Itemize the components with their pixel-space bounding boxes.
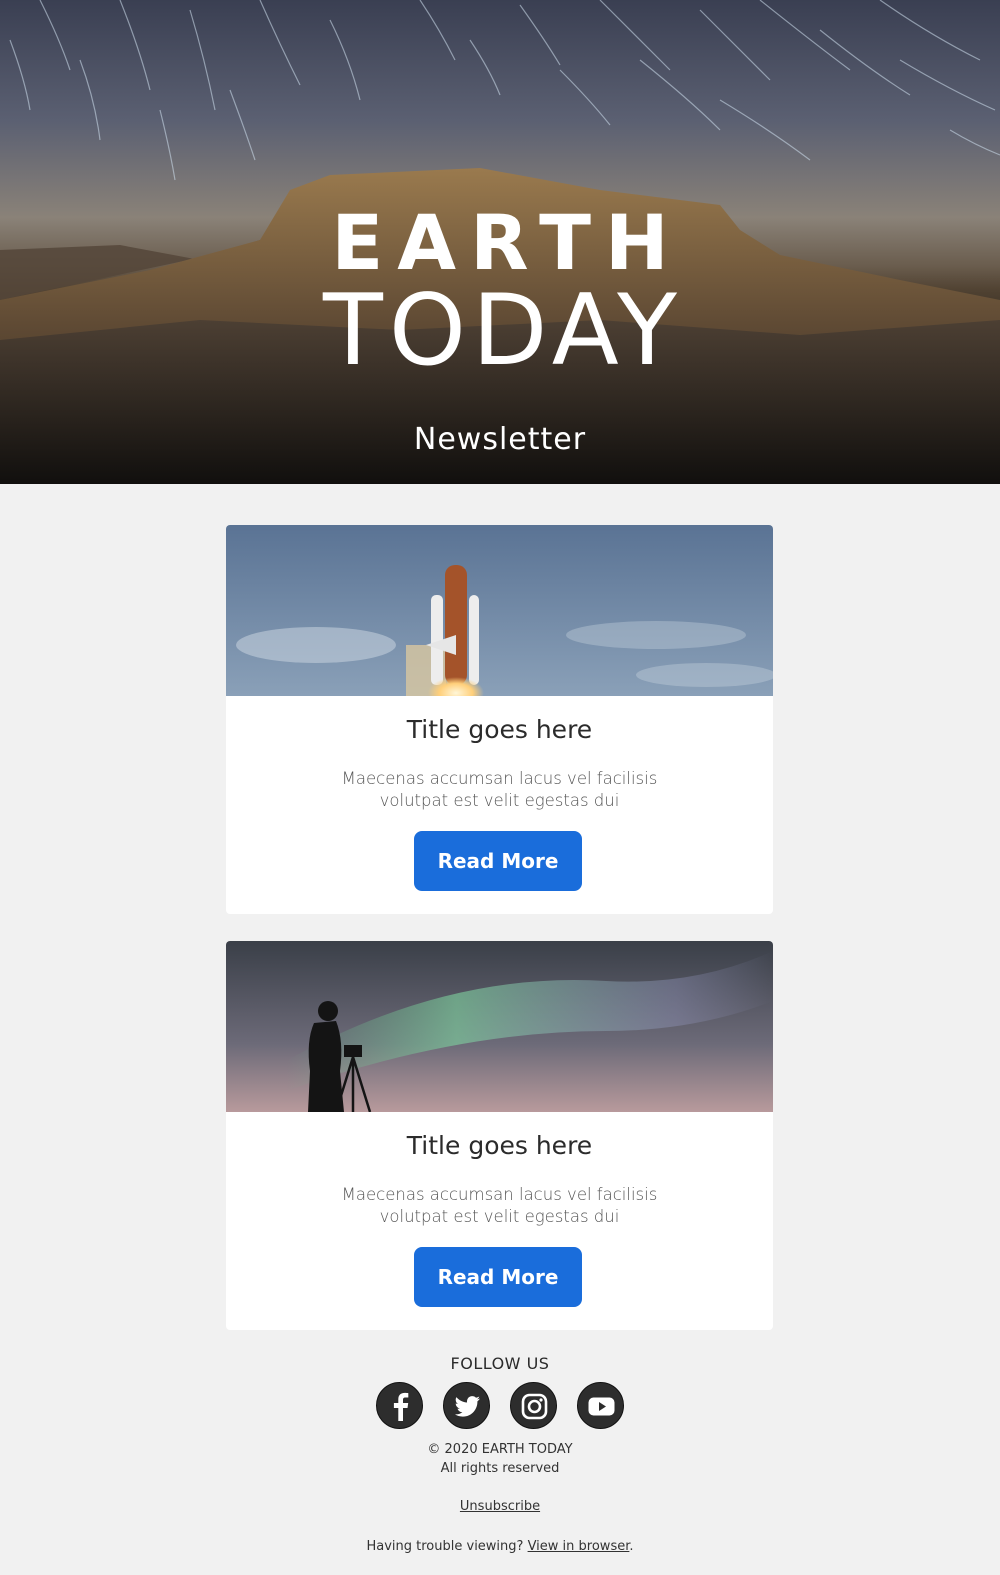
- unsubscribe-row: Unsubscribe: [0, 1499, 1000, 1514]
- rocket-launch-image: [226, 525, 773, 696]
- trouble-viewing-text: Having trouble viewing?: [366, 1539, 528, 1554]
- facebook-icon[interactable]: [376, 1382, 423, 1429]
- article-card: Title goes here Maecenas accumsan lacus …: [226, 941, 773, 1330]
- hero-banner: EARTH TODAY Newsletter: [0, 0, 1000, 484]
- hero-subtitle: Newsletter: [413, 422, 587, 457]
- follow-us-label: FOLLOW US: [450, 1354, 550, 1373]
- twitter-icon[interactable]: [443, 1382, 490, 1429]
- youtube-icon[interactable]: [577, 1382, 624, 1429]
- read-more-button[interactable]: Read More: [414, 1247, 582, 1307]
- hero-title-earth: EARTH: [331, 198, 683, 287]
- hero-title-today: TODAY: [322, 274, 684, 388]
- article-description: Maecenas accumsan lacus vel facilisis vo…: [341, 1185, 658, 1226]
- read-more-button[interactable]: Read More: [414, 831, 582, 891]
- article-card: Title goes here Maecenas accumsan lacus …: [226, 525, 773, 914]
- copyright-text: © 2020 EARTH TODAY: [427, 1442, 573, 1457]
- view-in-browser-link[interactable]: View in browser: [528, 1539, 630, 1554]
- social-links: [376, 1382, 624, 1430]
- aurora-photographer-image: [226, 941, 773, 1112]
- article-title: Title goes here: [406, 715, 593, 744]
- article-title: Title goes here: [406, 1131, 593, 1160]
- instagram-icon[interactable]: [510, 1382, 557, 1429]
- unsubscribe-link[interactable]: Unsubscribe: [460, 1499, 540, 1514]
- rights-text: All rights reserved: [440, 1461, 560, 1476]
- trouble-suffix: .: [629, 1539, 634, 1554]
- article-description: Maecenas accumsan lacus vel facilisis vo…: [341, 769, 658, 810]
- view-in-browser-row: Having trouble viewing? View in browser.: [0, 1539, 1000, 1554]
